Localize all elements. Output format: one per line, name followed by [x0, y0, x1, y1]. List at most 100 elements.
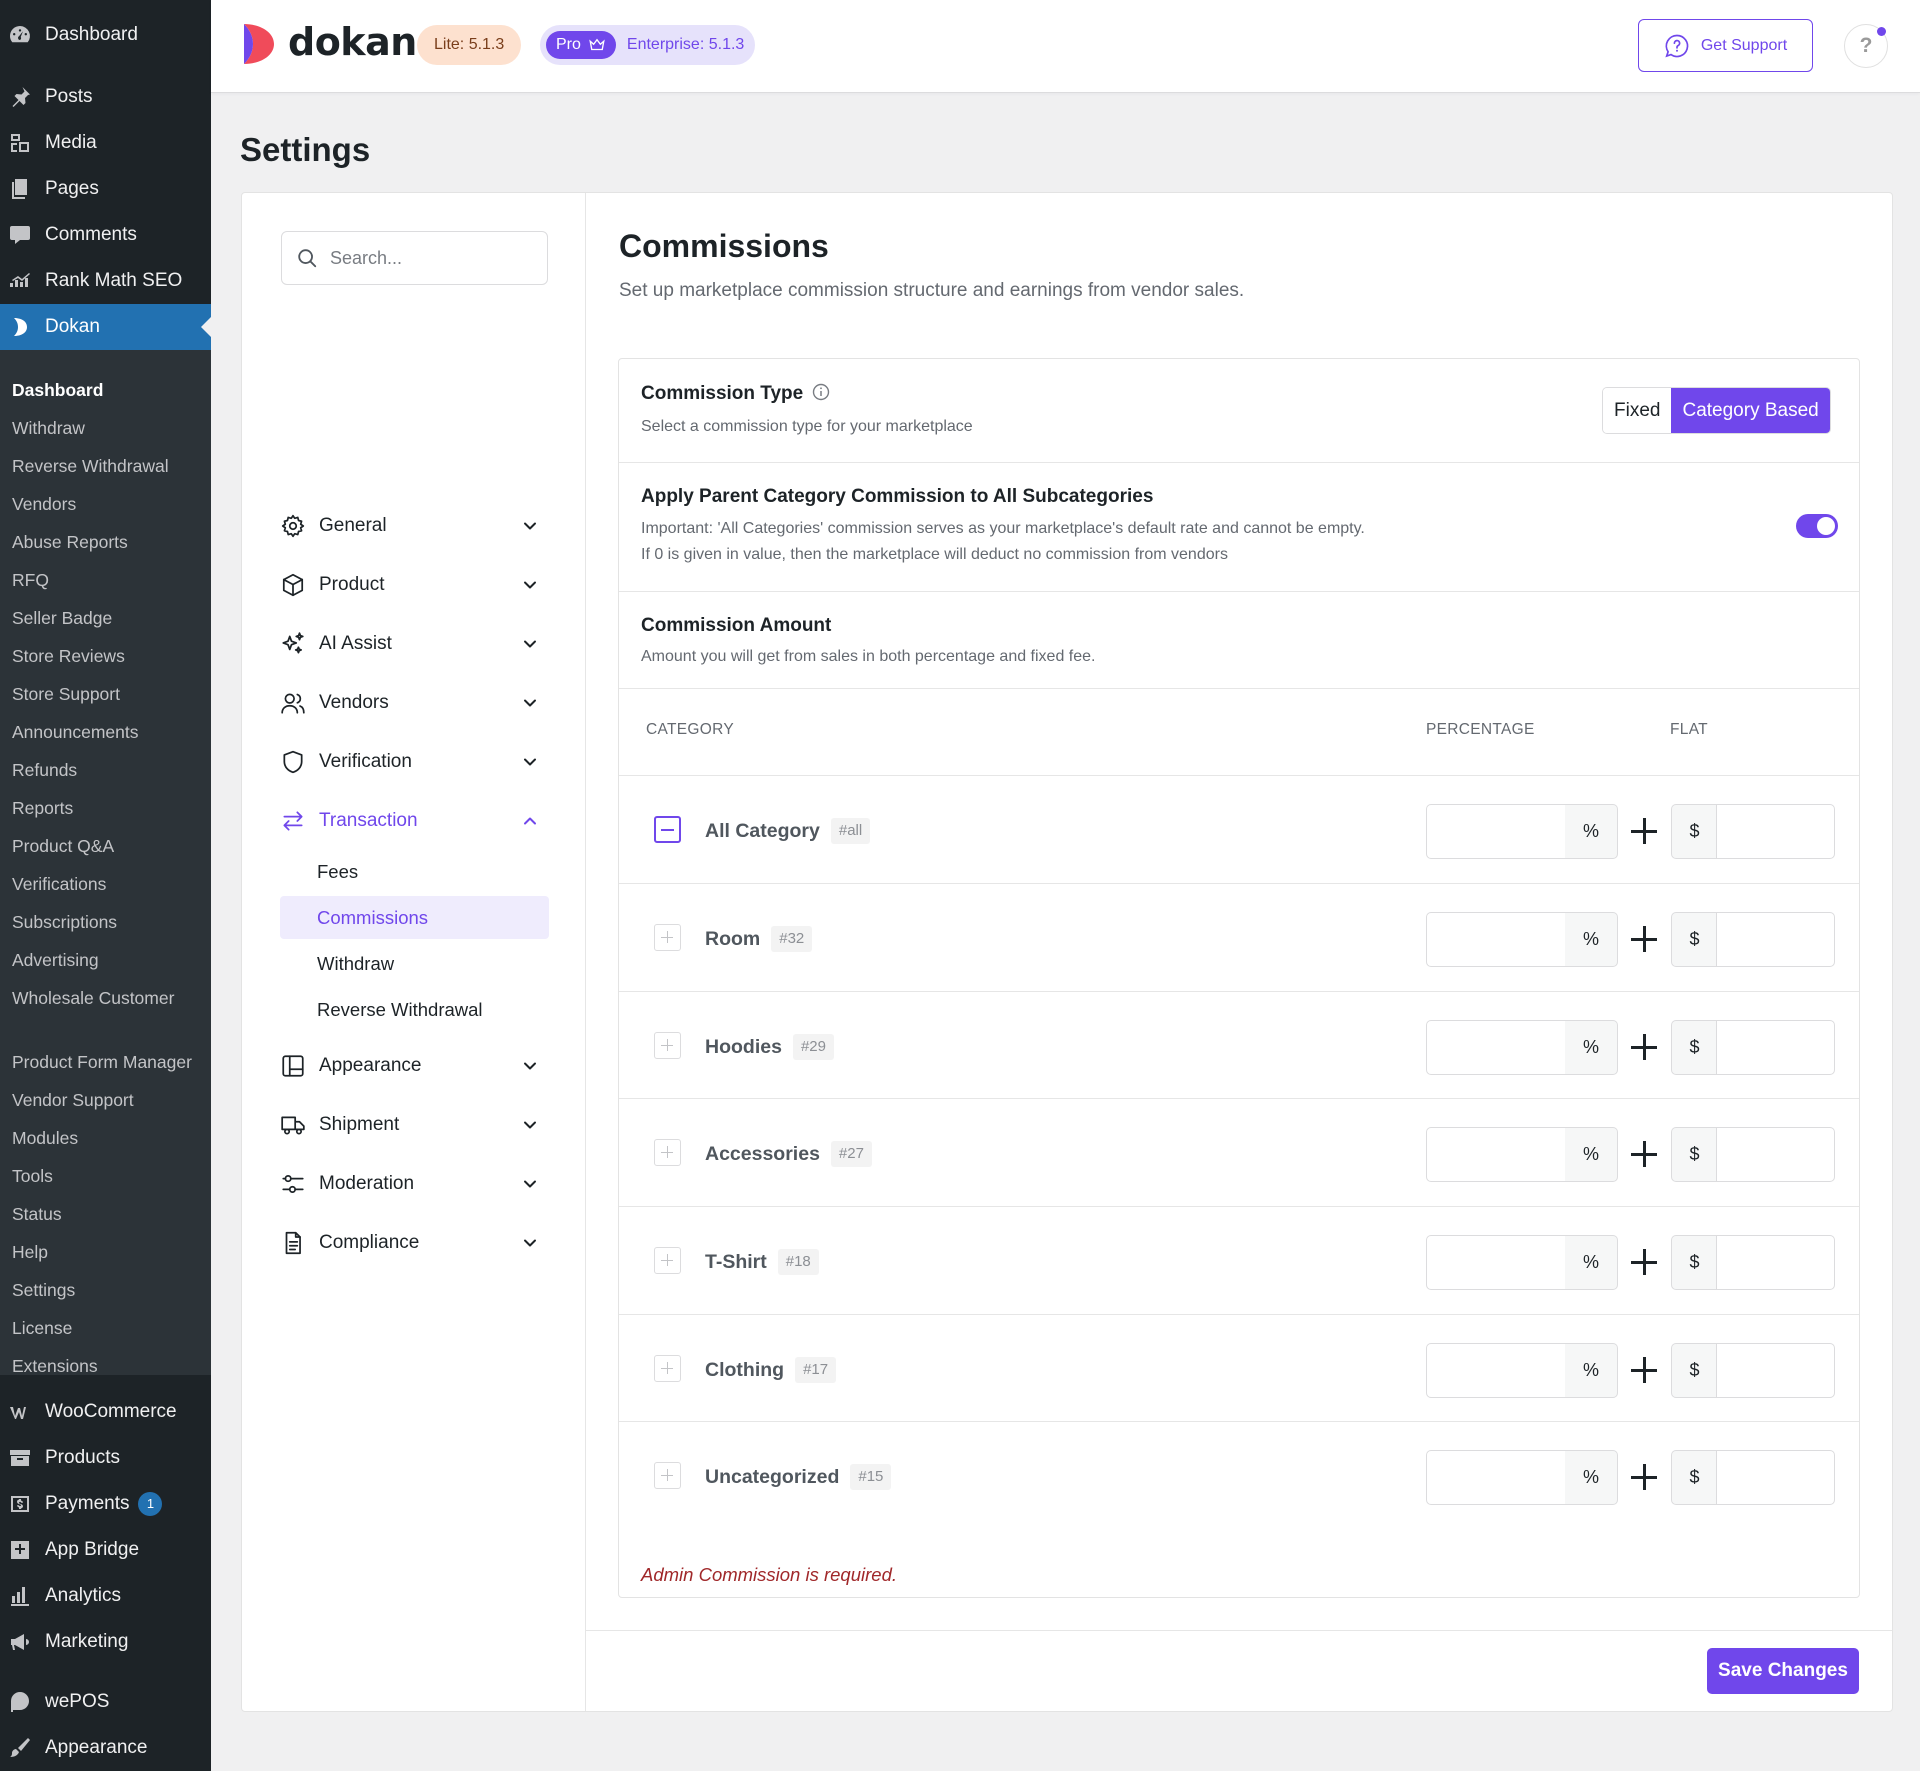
flat-input[interactable] [1716, 912, 1835, 967]
search-input[interactable] [330, 247, 530, 269]
flat-input[interactable] [1716, 804, 1835, 859]
nav-sub-commissions[interactable]: Commissions [280, 896, 549, 939]
nav-product[interactable]: Product [280, 563, 550, 607]
currency-unit: $ [1671, 804, 1717, 859]
dokan-submenu-item[interactable]: Vendor Support [12, 1088, 197, 1112]
dokan-submenu-item[interactable]: Reverse Withdrawal [12, 454, 197, 478]
save-changes-button[interactable]: Save Changes [1707, 1648, 1859, 1694]
dokan-submenu-item[interactable]: RFQ [12, 568, 197, 592]
dokan-submenu-item[interactable]: Tools [12, 1164, 197, 1188]
dokan-submenu-item[interactable]: Store Support [12, 682, 197, 706]
apply-parent-toggle[interactable] [1796, 514, 1838, 538]
currency-unit: $ [1671, 1343, 1717, 1398]
dokan-submenu-item[interactable]: Store Reviews [12, 644, 197, 668]
expand-toggle[interactable] [654, 1032, 681, 1059]
collapse-toggle[interactable] [654, 816, 681, 843]
wepos-icon [7, 1689, 33, 1715]
dokan-submenu-item[interactable]: Vendors [12, 492, 197, 516]
dokan-submenu-item[interactable]: Dashboard [12, 378, 197, 402]
help-label: ? [1859, 34, 1873, 57]
wp-menu-label: Payments [45, 1493, 130, 1514]
flat-input[interactable] [1716, 1343, 1835, 1398]
percentage-input[interactable] [1426, 1127, 1566, 1182]
lite-version-badge: Lite: 5.1.3 [417, 25, 522, 65]
wp-menu-payments[interactable]: Payments 1 [0, 1481, 211, 1527]
type-option-fixed[interactable]: Fixed [1603, 388, 1672, 433]
wp-menu-rank-math[interactable]: Rank Math SEO [0, 258, 211, 304]
dokan-submenu-item[interactable]: Product Form Manager [12, 1050, 197, 1074]
wp-menu-products[interactable]: Products [0, 1435, 211, 1481]
wp-menu-marketing[interactable]: Marketing [0, 1619, 211, 1665]
wp-menu-analytics[interactable]: Analytics [0, 1573, 211, 1619]
dokan-submenu-item[interactable]: Modules [12, 1126, 197, 1150]
wp-menu-app-bridge[interactable]: App Bridge [0, 1527, 211, 1573]
dokan-submenu-item[interactable]: Extensions [12, 1354, 197, 1378]
flat-input[interactable] [1716, 1127, 1835, 1182]
dokan-submenu-item[interactable]: Seller Badge [12, 606, 197, 630]
get-support-button[interactable]: Get Support [1638, 19, 1813, 72]
dokan-submenu-item[interactable]: Verifications [12, 872, 197, 896]
flat-input[interactable] [1716, 1450, 1835, 1505]
nav-sub-withdraw[interactable]: Withdraw [280, 942, 549, 985]
nav-moderation[interactable]: Moderation [280, 1162, 550, 1206]
wp-menu-comments[interactable]: Comments [0, 212, 211, 258]
expand-toggle[interactable] [654, 1462, 681, 1489]
dokan-submenu-item[interactable]: Subscriptions [12, 910, 197, 934]
dokan-submenu-item[interactable]: Abuse Reports [12, 530, 197, 554]
wp-menu-dokan[interactable]: Dokan [0, 304, 211, 350]
info-icon[interactable] [812, 383, 830, 401]
dokan-submenu-item[interactable]: Reports [12, 796, 197, 820]
wp-menu-posts[interactable]: Posts [0, 74, 211, 120]
commission-amount-description: Amount you will get from sales in both p… [641, 648, 1096, 665]
flat-input[interactable] [1716, 1235, 1835, 1290]
dokan-submenu-item[interactable]: License [12, 1316, 197, 1340]
wp-menu-label: WooCommerce [45, 1401, 177, 1422]
flat-input[interactable] [1716, 1020, 1835, 1075]
percentage-input[interactable] [1426, 1235, 1566, 1290]
box-icon [280, 572, 306, 598]
percentage-input[interactable] [1426, 804, 1566, 859]
nav-appearance[interactable]: Appearance [280, 1044, 550, 1088]
nav-shipment[interactable]: Shipment [280, 1103, 550, 1147]
expand-toggle[interactable] [654, 924, 681, 951]
expand-toggle[interactable] [654, 1139, 681, 1166]
percentage-input[interactable] [1426, 1020, 1566, 1075]
expand-toggle[interactable] [654, 1355, 681, 1382]
plus-icon [1631, 1034, 1657, 1060]
nav-vendors[interactable]: Vendors [280, 681, 550, 725]
nav-general[interactable]: General [280, 504, 550, 548]
nav-compliance[interactable]: Compliance [280, 1221, 550, 1265]
settings-search[interactable] [281, 231, 548, 285]
percentage-input[interactable] [1426, 912, 1566, 967]
dokan-submenu-item[interactable]: Withdraw [12, 416, 197, 440]
wp-menu-label: Products [45, 1447, 120, 1468]
apply-parent-title: Apply Parent Category Commission to All … [641, 486, 1154, 507]
wp-menu-media[interactable]: Media [0, 120, 211, 166]
wp-menu-wepos[interactable]: wePOS [0, 1679, 211, 1725]
dokan-submenu-item[interactable]: Refunds [12, 758, 197, 782]
dokan-submenu-item[interactable]: Settings [12, 1278, 197, 1302]
layout-icon [280, 1053, 306, 1079]
dokan-submenu-item[interactable]: Advertising [12, 948, 197, 972]
dokan-submenu-item[interactable]: Help [12, 1240, 197, 1264]
nav-transaction[interactable]: Transaction [280, 799, 550, 843]
dokan-submenu-item[interactable]: Product Q&A [12, 834, 197, 858]
type-option-category-based[interactable]: Category Based [1671, 388, 1830, 433]
wp-menu-appearance[interactable]: Appearance [0, 1725, 211, 1771]
nav-sub-fees[interactable]: Fees [280, 850, 549, 893]
dokan-submenu-item[interactable]: Wholesale Customer [12, 986, 197, 1010]
expand-toggle[interactable] [654, 1247, 681, 1274]
nav-ai-assist[interactable]: AI Assist [280, 622, 550, 666]
dokan-submenu-item[interactable]: Announcements [12, 720, 197, 744]
nav-sub-reverse-withdrawal[interactable]: Reverse Withdrawal [280, 988, 549, 1031]
wp-menu-dashboard[interactable]: Dashboard [0, 12, 211, 58]
dokan-submenu-item[interactable]: Status [12, 1202, 197, 1226]
wp-menu-pages[interactable]: Pages [0, 166, 211, 212]
nav-verification[interactable]: Verification [280, 740, 550, 784]
wp-menu-woocommerce[interactable]: WooCommerce [0, 1389, 211, 1435]
percentage-input[interactable] [1426, 1343, 1566, 1398]
dokan-submenu: Dashboard Withdraw Reverse Withdrawal Vendo… [0, 350, 211, 1378]
brush-icon [7, 1735, 33, 1761]
currency-unit: $ [1671, 912, 1717, 967]
percentage-input[interactable] [1426, 1450, 1566, 1505]
